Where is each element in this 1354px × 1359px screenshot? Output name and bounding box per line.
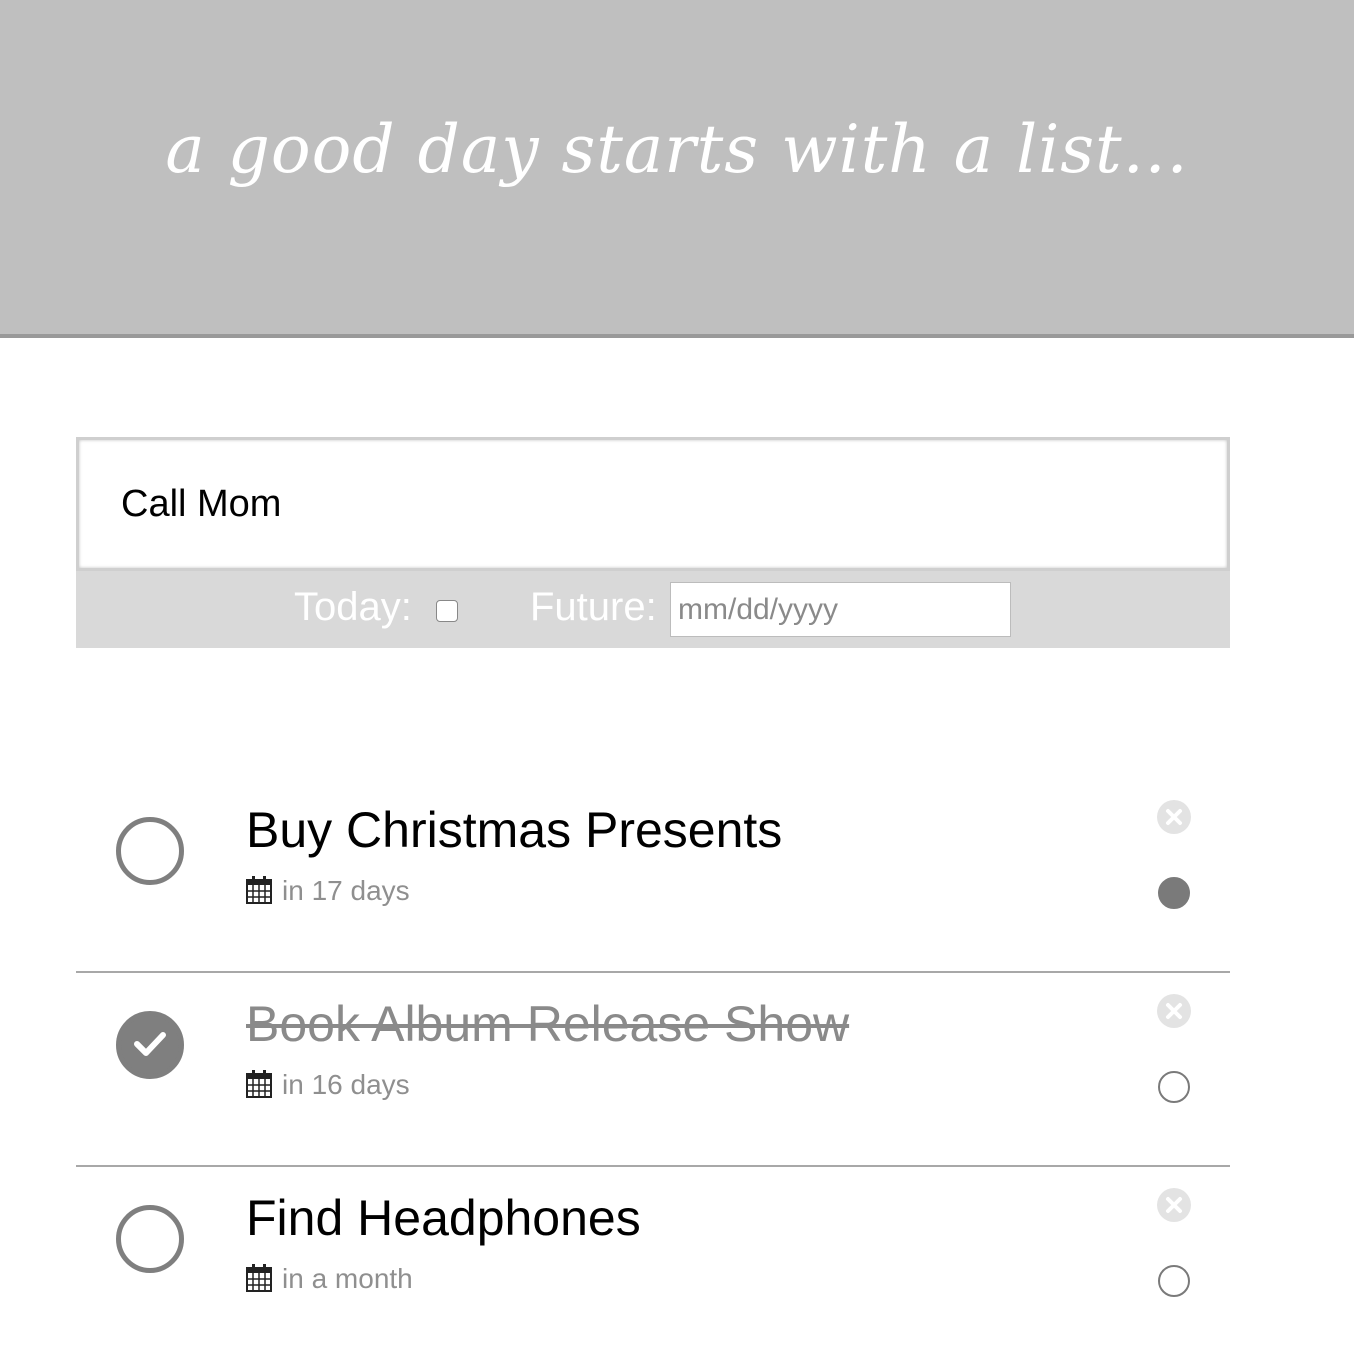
- close-circle-icon[interactable]: [1156, 799, 1192, 835]
- priority-toggle[interactable]: [1158, 1071, 1190, 1103]
- today-label: Today:: [294, 585, 412, 629]
- due-text: in a month: [282, 1263, 413, 1294]
- complete-toggle[interactable]: [116, 817, 184, 885]
- page-header: a good day starts with a list...: [0, 0, 1354, 338]
- task-title[interactable]: Buy Christmas Presents: [246, 797, 782, 863]
- calendar-icon: [246, 1070, 272, 1098]
- today-checkbox[interactable]: [436, 600, 458, 622]
- due-options-bar: Today: Future:: [76, 571, 1230, 648]
- priority-toggle[interactable]: [1158, 877, 1190, 909]
- task-title[interactable]: Book Album Release Show: [246, 991, 849, 1057]
- due-text: in 16 days: [282, 1069, 410, 1100]
- checkmark-icon: [134, 1032, 166, 1056]
- calendar-icon: [246, 1264, 272, 1292]
- task-title[interactable]: Find Headphones: [246, 1185, 641, 1251]
- calendar-icon: [246, 876, 272, 904]
- complete-toggle[interactable]: [116, 1011, 184, 1079]
- future-date-input[interactable]: [670, 582, 1011, 637]
- tagline: a good day starts with a list...: [165, 111, 1189, 188]
- task-item: Buy Christmas Presents in 17 days: [76, 777, 1230, 973]
- due-text: in 17 days: [282, 875, 410, 906]
- close-circle-icon[interactable]: [1156, 1187, 1192, 1223]
- complete-toggle[interactable]: [116, 1205, 184, 1273]
- task-item: Book Album Release Show in 16 days: [76, 971, 1230, 1167]
- future-label: Future:: [530, 585, 657, 629]
- new-task-box: [76, 437, 1230, 571]
- task-item: Find Headphones in a month: [76, 1165, 1230, 1359]
- priority-toggle[interactable]: [1158, 1265, 1190, 1297]
- close-circle-icon[interactable]: [1156, 993, 1192, 1029]
- new-task-input[interactable]: [121, 440, 1181, 568]
